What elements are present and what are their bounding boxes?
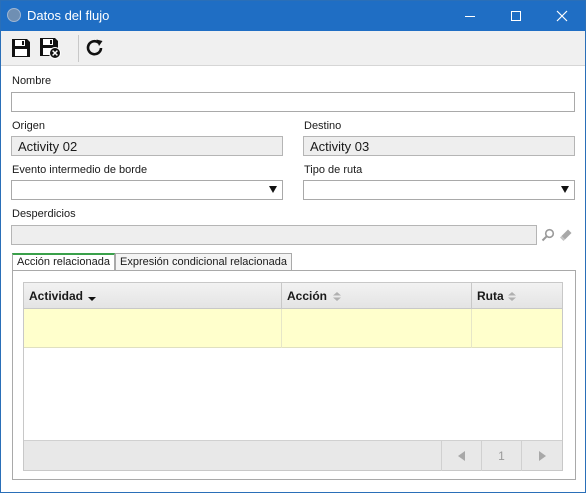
column-header-ruta[interactable]: Ruta <box>472 283 562 309</box>
column-header-label: Acción <box>287 289 328 303</box>
maximize-button[interactable] <box>493 1 539 31</box>
cell-ruta <box>472 309 562 348</box>
clear-button[interactable] <box>557 226 575 244</box>
search-button[interactable] <box>539 226 557 244</box>
tab-expresion-condicional[interactable]: Expresión condicional relacionada <box>115 253 292 271</box>
page-number: 1 <box>481 441 521 471</box>
column-header-accion[interactable]: Acción <box>282 283 472 309</box>
column-header-label: Ruta <box>477 289 504 303</box>
tipo-ruta-label: Tipo de ruta <box>304 164 363 176</box>
nombre-label: Nombre <box>12 75 52 87</box>
pager: 1 <box>24 440 562 471</box>
tipo-ruta-select[interactable] <box>303 180 575 200</box>
chevron-left-icon <box>458 451 465 461</box>
save-button[interactable] <box>8 35 34 61</box>
title-bar[interactable]: Datos del flujo <box>1 1 585 31</box>
chevron-right-icon <box>538 451 546 461</box>
save-icon <box>12 39 30 57</box>
close-button[interactable] <box>539 1 585 31</box>
minimize-icon <box>465 15 475 17</box>
origen-label: Origen <box>12 120 46 132</box>
column-header-actividad[interactable]: Actividad <box>24 283 282 309</box>
sort-icon <box>333 292 341 301</box>
grid-header: Actividad Acción Ruta <box>24 283 562 309</box>
destino-label: Destino <box>304 120 342 132</box>
app-globe-icon <box>7 8 21 22</box>
prev-page-button[interactable] <box>441 441 481 471</box>
sort-descending-icon <box>88 297 96 301</box>
flow-data-window: Datos del flujo Nombre Origen Activity 0… <box>0 0 586 493</box>
chevron-down-icon <box>561 186 569 193</box>
toolbar-separator <box>78 35 79 62</box>
cell-accion <box>282 309 472 348</box>
destino-field <box>303 136 575 156</box>
cell-actividad <box>24 309 282 348</box>
save-and-close-icon <box>40 38 61 59</box>
close-icon <box>556 10 568 22</box>
next-page-button[interactable] <box>521 441 562 471</box>
eraser-icon <box>560 229 572 241</box>
window-title: Datos del flujo <box>27 8 110 23</box>
nombre-input[interactable] <box>11 92 575 112</box>
search-icon <box>541 228 555 242</box>
refresh-button[interactable] <box>82 35 108 61</box>
desperdicios-field <box>11 225 537 245</box>
chevron-down-icon <box>269 186 277 193</box>
refresh-icon <box>86 39 103 56</box>
minimize-button[interactable] <box>447 1 493 31</box>
evento-select[interactable] <box>11 180 283 200</box>
toolbar <box>1 31 585 66</box>
actions-grid: Actividad Acción Ruta 1 <box>23 282 563 471</box>
origen-field <box>11 136 283 156</box>
save-and-close-button[interactable] <box>37 35 63 61</box>
desperdicios-label: Desperdicios <box>12 208 76 220</box>
table-row[interactable] <box>24 309 562 348</box>
evento-label: Evento intermedio de borde <box>12 164 148 176</box>
maximize-icon <box>511 11 521 21</box>
column-header-label: Actividad <box>29 289 84 303</box>
sort-icon <box>508 292 516 301</box>
